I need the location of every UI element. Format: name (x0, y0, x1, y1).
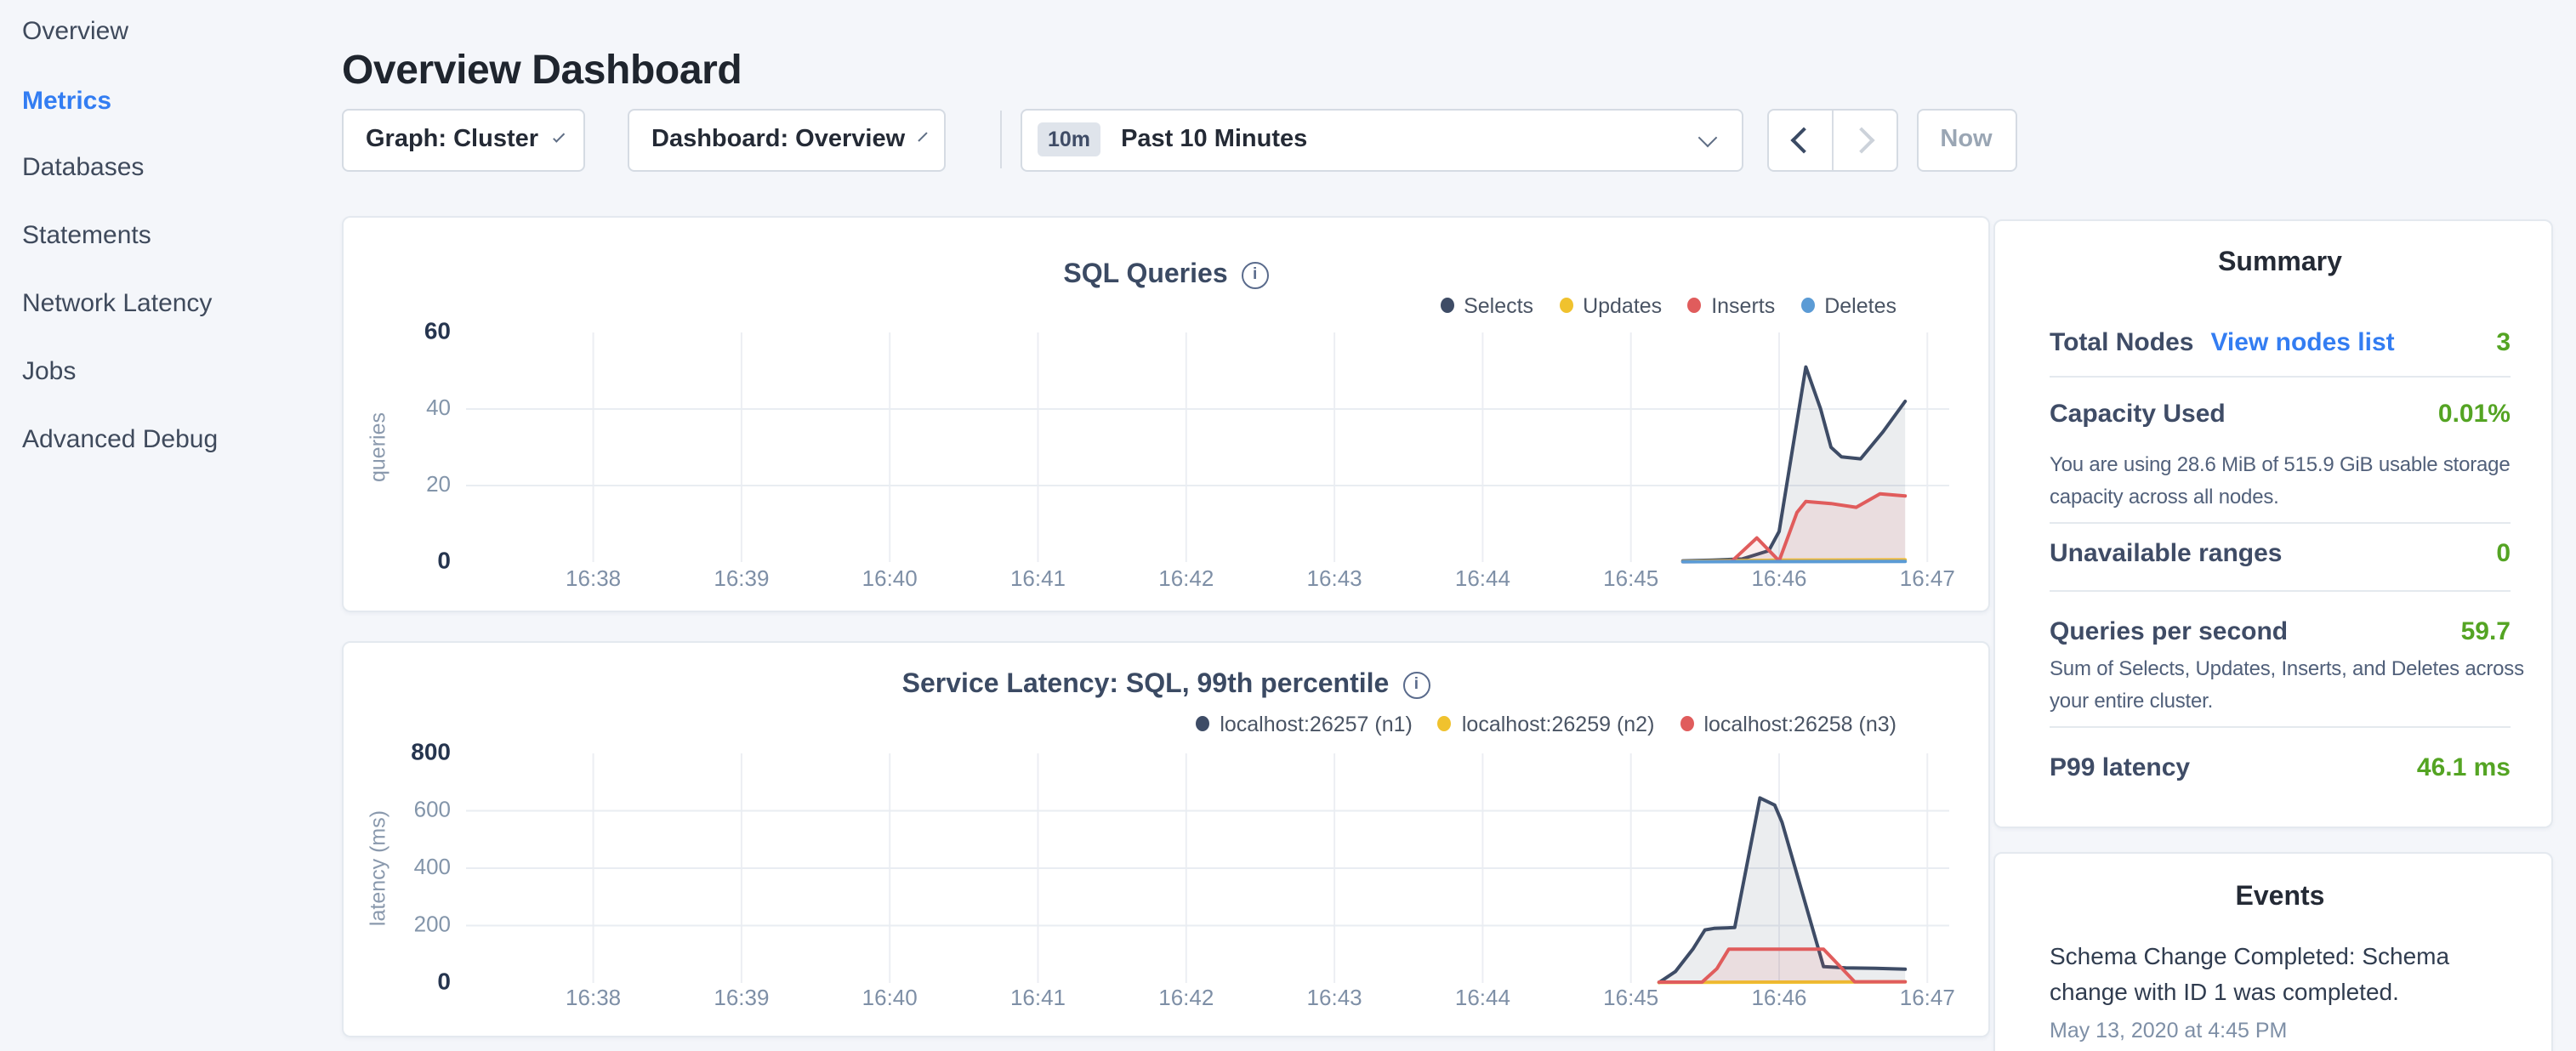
summary-row-queries-per-second: Queries per second 59.7 (2050, 612, 2511, 653)
time-step-buttons (1766, 108, 1897, 171)
summary-value: 59.7 (2461, 612, 2511, 653)
sidebar-item-jobs[interactable]: Jobs (22, 354, 76, 391)
summary-row-capacity-used: Capacity Used 0.01% (2050, 395, 2511, 435)
svg-text:16:45: 16:45 (1603, 984, 1658, 1009)
svg-text:16:45: 16:45 (1603, 565, 1658, 590)
summary-value: 46.1 ms (2417, 748, 2511, 789)
svg-text:16:38: 16:38 (566, 565, 621, 590)
svg-text:600: 600 (414, 795, 451, 821)
cluster-summary-panel: Summary Total Nodes View nodes list 3 Ca… (1993, 219, 2553, 828)
divider (2050, 376, 2511, 378)
divider (2050, 726, 2511, 728)
svg-text:16:44: 16:44 (1455, 984, 1510, 1009)
time-range-badge: 10m (1038, 122, 1100, 156)
chevron-down-icon (1698, 128, 1718, 147)
time-step-forward-button[interactable] (1831, 110, 1896, 169)
summary-label: Unavailable ranges (2050, 534, 2282, 575)
svg-text:16:47: 16:47 (1900, 984, 1955, 1009)
summary-label: Queries per second (2050, 612, 2288, 653)
svg-text:400: 400 (414, 853, 451, 878)
svg-text:0: 0 (437, 967, 451, 993)
summary-description: You are using 28.6 MiB of 515.9 GiB usab… (2050, 449, 2511, 512)
divider (2050, 522, 2511, 524)
svg-text:16:38: 16:38 (566, 984, 621, 1009)
sidebar-item-network-latency[interactable]: Network Latency (22, 286, 212, 323)
service-latency-chart-panel: Service Latency: SQL, 99th percentile i … (342, 640, 1990, 1037)
view-nodes-list-link[interactable]: View nodes list (2210, 323, 2394, 364)
svg-text:16:44: 16:44 (1455, 565, 1510, 590)
svg-text:16:39: 16:39 (714, 565, 769, 590)
svg-text:16:39: 16:39 (714, 984, 769, 1009)
svg-text:16:42: 16:42 (1158, 984, 1214, 1009)
summary-label: P99 latency (2050, 748, 2190, 789)
sql-queries-chart[interactable]: 16:38 16:39 16:40 16:41 16:42 16:43 16:44 16:45… (344, 217, 1990, 611)
svg-text:16:40: 16:40 (862, 565, 918, 590)
svg-text:200: 200 (414, 910, 451, 935)
svg-text:16:40: 16:40 (862, 984, 918, 1009)
summary-value: 3 (2496, 323, 2511, 364)
sidebar-item-metrics[interactable]: Metrics (22, 83, 111, 121)
svg-text:latency (ms): latency (ms) (367, 810, 390, 925)
metrics-page: Overview Metrics Databases Statements Ne… (0, 0, 2576, 1051)
summary-description: Sum of Selects, Updates, Inserts, and De… (2050, 653, 2511, 716)
chevron-down-icon (918, 131, 927, 140)
chevron-right-icon (1847, 126, 1874, 152)
summary-row-unavailable-ranges: Unavailable ranges 0 (2050, 534, 2511, 575)
dashboard-label: Dashboard: Overview (651, 126, 905, 153)
svg-text:800: 800 (411, 737, 451, 764)
service-latency-chart[interactable]: 16:38 16:39 16:40 16:41 16:42 16:43 16:44 16:45… (344, 642, 1990, 1037)
sidebar-item-advanced-debug[interactable]: Advanced Debug (22, 422, 218, 459)
dashboard-dropdown[interactable]: Dashboard: Overview (628, 108, 946, 171)
time-range-dropdown[interactable]: 10m Past 10 Minutes (1021, 108, 1743, 171)
sidebar-item-databases[interactable]: Databases (22, 150, 144, 187)
graph-scope-label: Graph: Cluster (366, 126, 538, 153)
divider (2050, 590, 2511, 592)
time-step-back-button[interactable] (1768, 110, 1831, 169)
time-range-label: Past 10 Minutes (1121, 126, 1307, 153)
svg-text:60: 60 (424, 316, 451, 343)
summary-heading: Summary (2050, 248, 2511, 279)
svg-text:0: 0 (437, 546, 451, 572)
toolbar-divider (999, 111, 1001, 168)
event-message[interactable]: Schema Change Completed: Schema change w… (2050, 938, 2511, 1011)
chevron-down-icon (552, 130, 565, 143)
summary-row-p99-latency: P99 latency 46.1 ms (2050, 748, 2511, 789)
summary-value: 0 (2496, 534, 2511, 575)
summary-label: Total Nodes (2050, 323, 2193, 364)
svg-text:40: 40 (426, 394, 451, 419)
svg-text:16:41: 16:41 (1010, 984, 1066, 1009)
svg-text:16:46: 16:46 (1751, 565, 1806, 590)
svg-text:queries: queries (367, 412, 390, 481)
event-timestamp: May 13, 2020 at 4:45 PM (2050, 1018, 2511, 1042)
events-panel: Events Schema Change Completed: Schema c… (1993, 851, 2553, 1051)
svg-text:16:43: 16:43 (1307, 984, 1362, 1009)
svg-text:16:41: 16:41 (1010, 565, 1066, 590)
svg-text:16:43: 16:43 (1307, 565, 1362, 590)
summary-row-total-nodes: Total Nodes View nodes list 3 (2050, 323, 2511, 364)
summary-label: Capacity Used (2050, 395, 2226, 435)
summary-value: 0.01% (2438, 395, 2511, 435)
svg-text:16:42: 16:42 (1158, 565, 1214, 590)
svg-text:16:46: 16:46 (1751, 984, 1806, 1009)
sidebar-item-statements[interactable]: Statements (22, 218, 151, 255)
chevron-left-icon (1789, 126, 1816, 152)
svg-text:20: 20 (426, 470, 451, 496)
svg-text:16:47: 16:47 (1900, 565, 1955, 590)
events-heading: Events (2050, 882, 2511, 912)
now-button[interactable]: Now (1916, 108, 2016, 171)
sql-queries-chart-panel: SQL Queries i SelectsUpdatesInsertsDelet… (342, 215, 1990, 611)
graph-scope-dropdown[interactable]: Graph: Cluster (342, 108, 585, 171)
page-title: Overview Dashboard (342, 48, 742, 95)
sidebar-item-overview[interactable]: Overview (22, 14, 128, 51)
